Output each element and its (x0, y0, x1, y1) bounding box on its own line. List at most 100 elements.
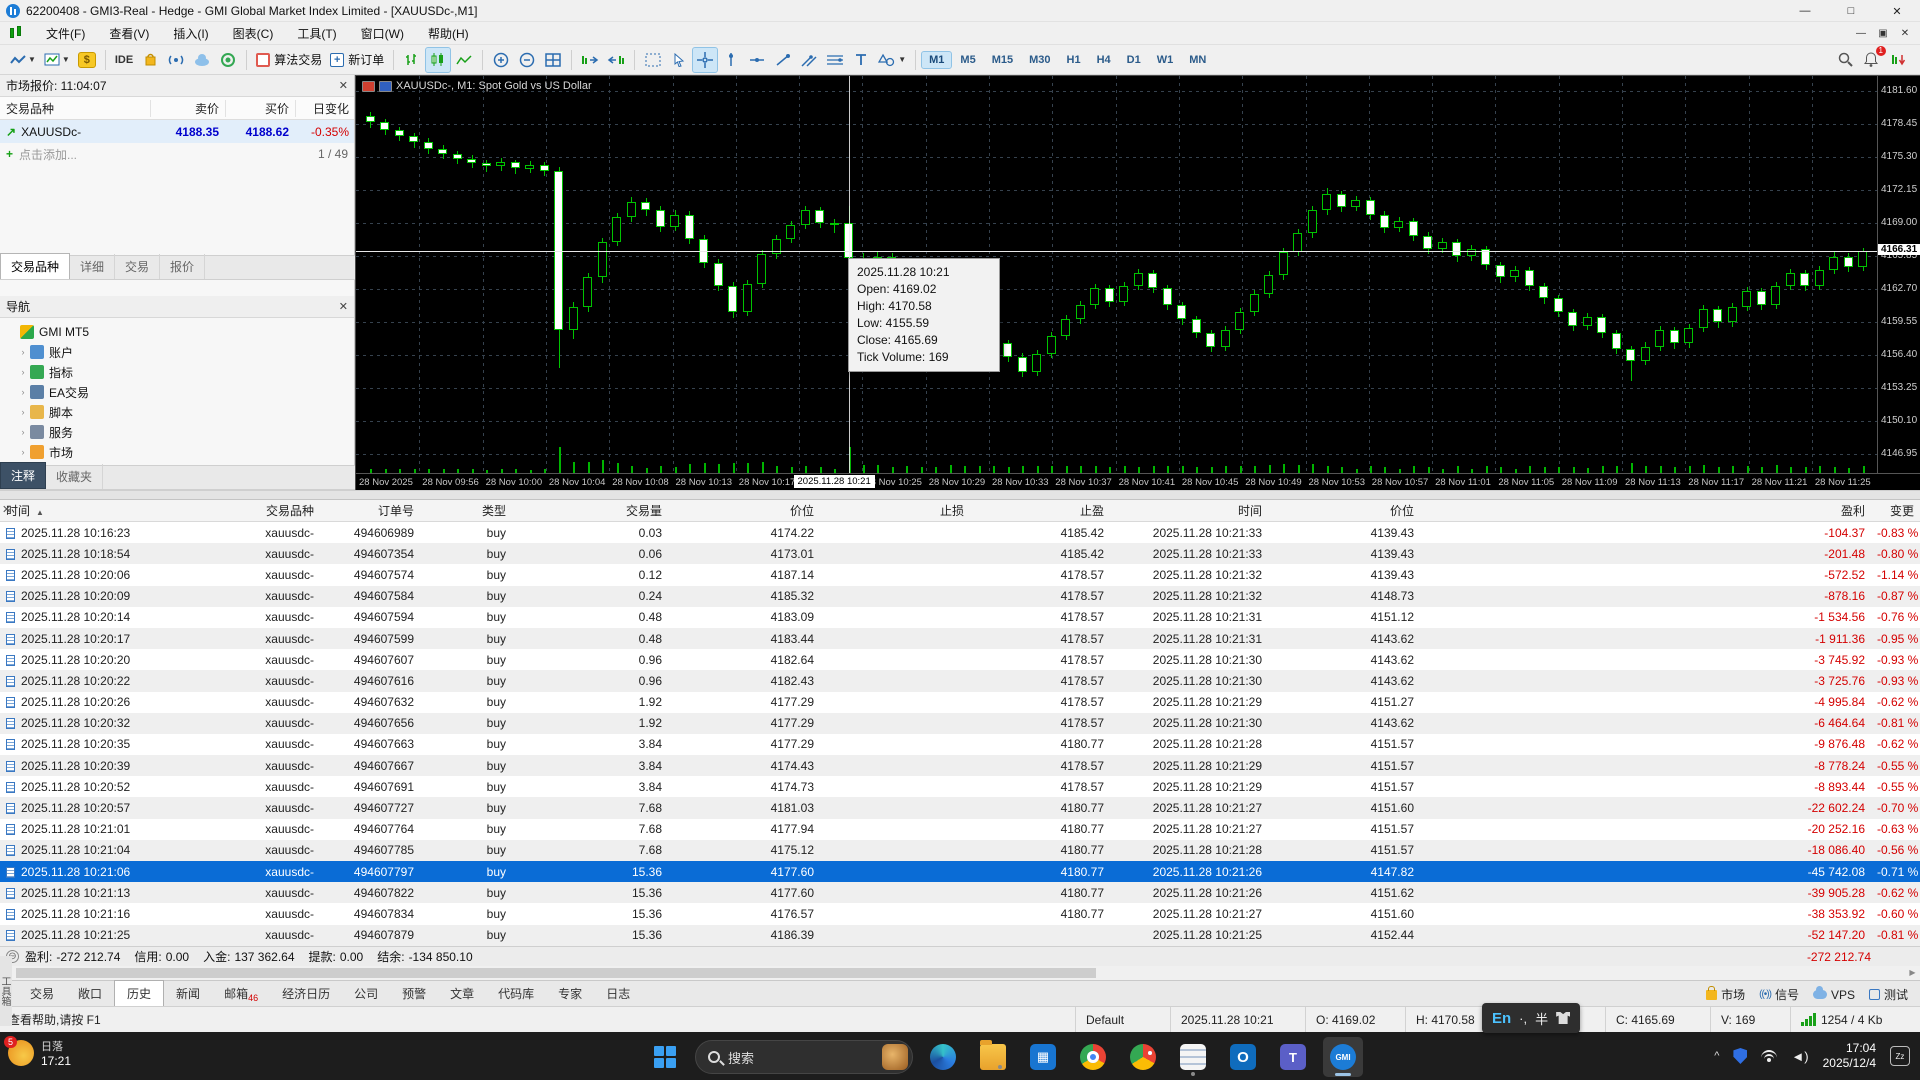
profile-selector[interactable]: Default (1075, 1007, 1170, 1033)
shift-end-icon[interactable] (578, 48, 602, 72)
toolbox-tab-公司[interactable]: 公司 (342, 981, 390, 1006)
table-row[interactable]: 2025.11.28 10:20:26xauusdc-494607632buy1… (0, 692, 1920, 713)
tab-注释[interactable]: 注释 (0, 462, 46, 489)
search-highlight-image[interactable] (882, 1044, 908, 1070)
notification-center-icon[interactable]: Zz (1890, 1046, 1910, 1066)
cloud-icon[interactable] (190, 48, 214, 72)
bars-chart-icon[interactable] (400, 48, 424, 72)
add-symbol-row[interactable]: + 点击添加... 1 / 49 (0, 143, 354, 165)
zoom-out-icon[interactable] (515, 48, 539, 72)
tab-报价[interactable]: 报价 (160, 254, 205, 279)
chart-window[interactable]: 4181.604178.454175.304172.154169.004165.… (355, 75, 1920, 490)
scroll-right-icon[interactable]: ▶ (1905, 966, 1920, 980)
toolbox-tab-交易[interactable]: 交易 (18, 981, 66, 1006)
nav-item-EA交易[interactable]: ›EA交易 (6, 382, 354, 402)
taskbar-app-chrome-2[interactable] (1123, 1037, 1163, 1077)
table-row[interactable]: 2025.11.28 10:20:39xauusdc-494607667buy3… (0, 755, 1920, 776)
history-column-4[interactable]: 交易量 (512, 502, 668, 519)
table-row[interactable]: 2025.11.28 10:20:52xauusdc-494607691buy3… (0, 776, 1920, 797)
menu-item-文件(F)[interactable]: 文件(F) (34, 22, 97, 45)
table-row[interactable]: 2025.11.28 10:20:06xauusdc-494607574buy0… (0, 564, 1920, 585)
timeframe-M30[interactable]: M30 (1022, 52, 1057, 68)
tile-windows-icon[interactable] (541, 48, 565, 72)
tab-收藏夹[interactable]: 收藏夹 (46, 464, 103, 489)
tab-交易[interactable]: 交易 (115, 254, 160, 279)
column-买价[interactable]: 买价 (225, 100, 295, 117)
horizontal-line-icon[interactable] (745, 48, 769, 72)
cursor-icon[interactable] (667, 48, 691, 72)
timeframe-M1[interactable]: M1 (922, 52, 951, 68)
taskbar-app-outlook[interactable]: O (1223, 1037, 1263, 1077)
tab-详细[interactable]: 详细 (70, 254, 115, 279)
ime-status-popup[interactable]: En ·, 半 (1482, 1003, 1580, 1033)
history-column-6[interactable]: 止损 (820, 502, 970, 519)
taskbar-app-notepad[interactable] (1173, 1037, 1213, 1077)
timeframe-H1[interactable]: H1 (1060, 52, 1088, 68)
auto-scroll-icon[interactable] (604, 48, 628, 72)
timeframe-W1[interactable]: W1 (1150, 52, 1181, 68)
child-restore-button[interactable]: ▣ (1872, 28, 1894, 39)
column-日变化[interactable]: 日变化 (295, 100, 355, 117)
column-卖价[interactable]: 卖价 (150, 100, 225, 117)
table-row[interactable]: 2025.11.28 10:20:35xauusdc-494607663buy3… (0, 734, 1920, 755)
table-row[interactable]: 2025.11.28 10:21:25xauusdc-494607879buy1… (0, 925, 1920, 946)
toolbox-tab-专家[interactable]: 专家 (546, 981, 594, 1006)
history-column-8[interactable]: 时间 (1110, 502, 1268, 519)
chart-profile-icon[interactable]: ▼ (7, 48, 39, 72)
table-row[interactable]: 2025.11.28 10:20:32xauusdc-494607656buy1… (0, 713, 1920, 734)
toolbox-tab-历史[interactable]: 历史 (114, 980, 164, 1006)
price-axis[interactable]: 4181.604178.454175.304172.154169.004165.… (1877, 76, 1920, 473)
history-column-3[interactable]: 类型 (420, 502, 512, 519)
navigator-close-icon[interactable]: ✕ (339, 300, 348, 313)
toolbox-tab-文章[interactable]: 文章 (438, 981, 486, 1006)
community-icon[interactable] (216, 48, 240, 72)
taskbar-app-chrome[interactable] (1073, 1037, 1113, 1077)
toolbox-chip-测试[interactable]: 测试 (1869, 986, 1908, 1003)
nav-item-指标[interactable]: ›指标 (6, 362, 354, 382)
market-bag-icon[interactable] (138, 48, 162, 72)
expander-icon[interactable]: › (16, 447, 30, 457)
timeframe-D1[interactable]: D1 (1120, 52, 1148, 68)
notifications-icon[interactable]: 1 (1859, 48, 1883, 72)
trendline-icon[interactable] (771, 48, 795, 72)
table-row[interactable]: 2025.11.28 10:20:20xauusdc-494607607buy0… (0, 649, 1920, 670)
toolbox-vertical-label[interactable]: 工具箱 (0, 956, 12, 1026)
scrollbar-thumb[interactable] (16, 968, 1096, 978)
signals-icon[interactable] (164, 48, 188, 72)
toolbox-tab-经济日历[interactable]: 经济日历 (270, 981, 342, 1006)
toolbox-tab-代码库[interactable]: 代码库 (486, 981, 546, 1006)
history-column-9[interactable]: 价位 (1268, 502, 1420, 519)
taskbar-app-teams[interactable]: T (1273, 1037, 1313, 1077)
table-row[interactable]: 2025.11.28 10:16:23xauusdc-494606989buy0… (0, 522, 1920, 543)
taskbar-search[interactable]: 搜索 (695, 1040, 913, 1074)
tab-交易品种[interactable]: 交易品种 (0, 253, 70, 279)
toolbox-chip-市场[interactable]: 市场 (1706, 986, 1745, 1003)
vertical-line-icon[interactable] (719, 48, 743, 72)
menu-item-图表(C)[interactable]: 图表(C) (221, 22, 286, 45)
expander-icon[interactable]: › (16, 347, 30, 357)
close-button[interactable]: ✕ (1874, 0, 1920, 22)
taskbar-app-folder[interactable] (973, 1037, 1013, 1077)
speaker-icon[interactable]: ◄) (1791, 1049, 1808, 1064)
market-watch-close-icon[interactable]: ✕ (339, 79, 348, 92)
taskbar-app-edge[interactable] (923, 1037, 963, 1077)
text-icon[interactable] (849, 48, 873, 72)
horizontal-splitter[interactable] (0, 490, 1920, 500)
nav-item-服务[interactable]: ›服务 (6, 422, 354, 442)
child-close-button[interactable]: ✕ (1894, 28, 1916, 39)
horizontal-scrollbar[interactable]: ◀ ▶ (0, 966, 1920, 980)
taskbar-app-gmi[interactable]: GMI (1323, 1037, 1363, 1077)
tray-expand-icon[interactable]: ^ (1714, 1050, 1719, 1062)
taskbar-app-store[interactable]: ▦ (1023, 1037, 1063, 1077)
weather-widget[interactable]: 5 日落 17:21 (8, 1038, 71, 1068)
market-watch-row[interactable]: ↗XAUUSDc- 4188.35 4188.62 -0.35% (0, 120, 354, 143)
taskbar-clock[interactable]: 17:04 2025/12/4 (1823, 1041, 1876, 1071)
history-header-row[interactable]: 时间▲交易品种订单号类型交易量价位止损止盈时间价位盈利变更 (0, 500, 1920, 522)
toolbox-chip-信号[interactable]: ((•))信号 (1759, 986, 1799, 1003)
nav-item-脚本[interactable]: ›脚本 (6, 402, 354, 422)
column-交易品种[interactable]: 交易品种 (0, 100, 150, 117)
expander-icon[interactable]: › (16, 407, 30, 417)
toolbox-tab-日志[interactable]: 日志 (594, 981, 642, 1006)
history-column-10[interactable]: 盈利 (1420, 502, 1871, 519)
minimize-button[interactable]: — (1782, 0, 1828, 22)
